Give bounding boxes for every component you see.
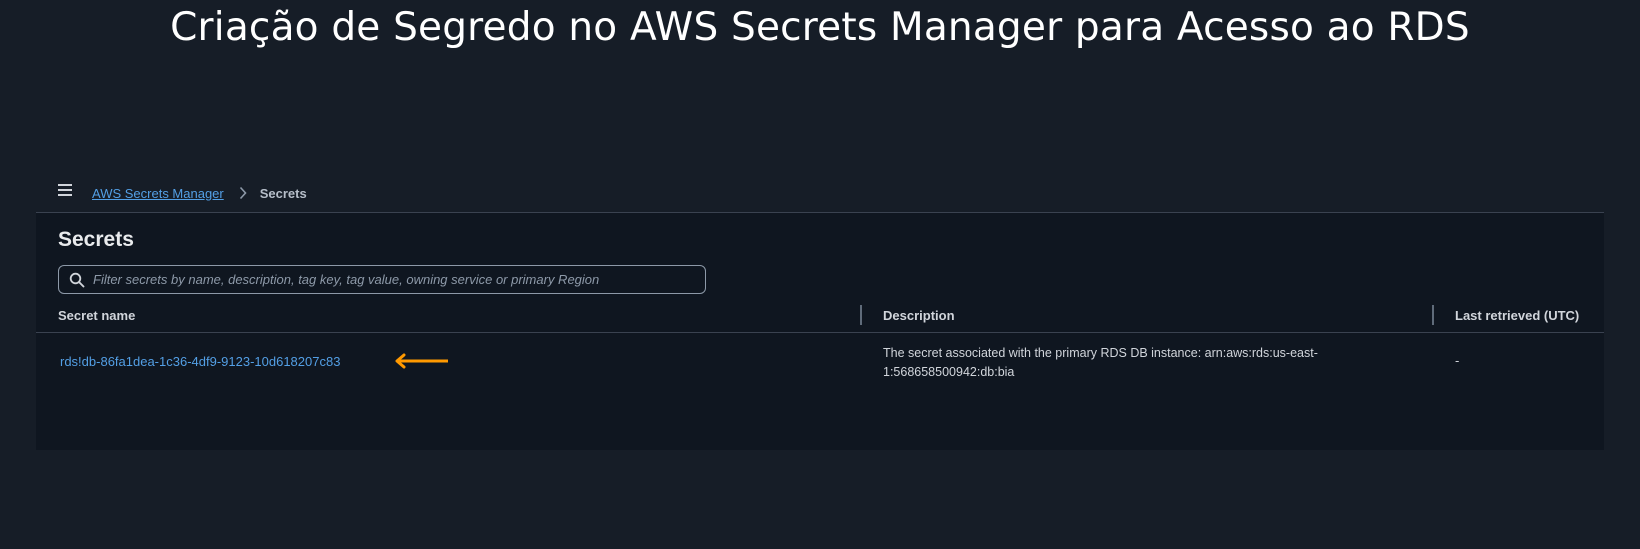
- chevron-right-icon: [236, 186, 250, 200]
- arrow-left-icon: [394, 353, 450, 369]
- search-box[interactable]: [58, 265, 706, 294]
- page-title: Secrets: [58, 228, 134, 251]
- column-header-last-retrieved[interactable]: Last retrieved (UTC): [1455, 300, 1579, 332]
- breadcrumb-current-page: Secrets: [259, 185, 307, 201]
- secret-name-link[interactable]: rds!db-86fa1dea-1c36-4df9-9123-10d618207…: [60, 354, 340, 369]
- table-row: rds!db-86fa1dea-1c36-4df9-9123-10d618207…: [36, 333, 1604, 393]
- column-header-secret-name[interactable]: Secret name: [58, 300, 135, 332]
- slide-title: Criação de Segredo no AWS Secrets Manage…: [170, 5, 1470, 50]
- search-icon: [69, 272, 85, 288]
- secrets-manager-console: AWS Secrets Manager Secrets Secrets Secr…: [36, 172, 1604, 450]
- top-navigation-bar: AWS Secrets Manager Secrets: [36, 172, 1604, 213]
- column-resize-handle[interactable]: [1432, 305, 1434, 325]
- breadcrumb: AWS Secrets Manager Secrets: [92, 184, 307, 202]
- column-resize-handle[interactable]: [860, 305, 862, 325]
- breadcrumb-link-secrets-manager[interactable]: AWS Secrets Manager: [92, 186, 224, 201]
- search-input[interactable]: [93, 266, 693, 293]
- secret-description: The secret associated with the primary R…: [883, 346, 1318, 379]
- column-header-description[interactable]: Description: [883, 300, 955, 332]
- last-retrieved-value: -: [1455, 353, 1460, 368]
- hamburger-menu-icon[interactable]: [58, 184, 72, 197]
- table-header: Secret name Description Last retrieved (…: [36, 300, 1604, 333]
